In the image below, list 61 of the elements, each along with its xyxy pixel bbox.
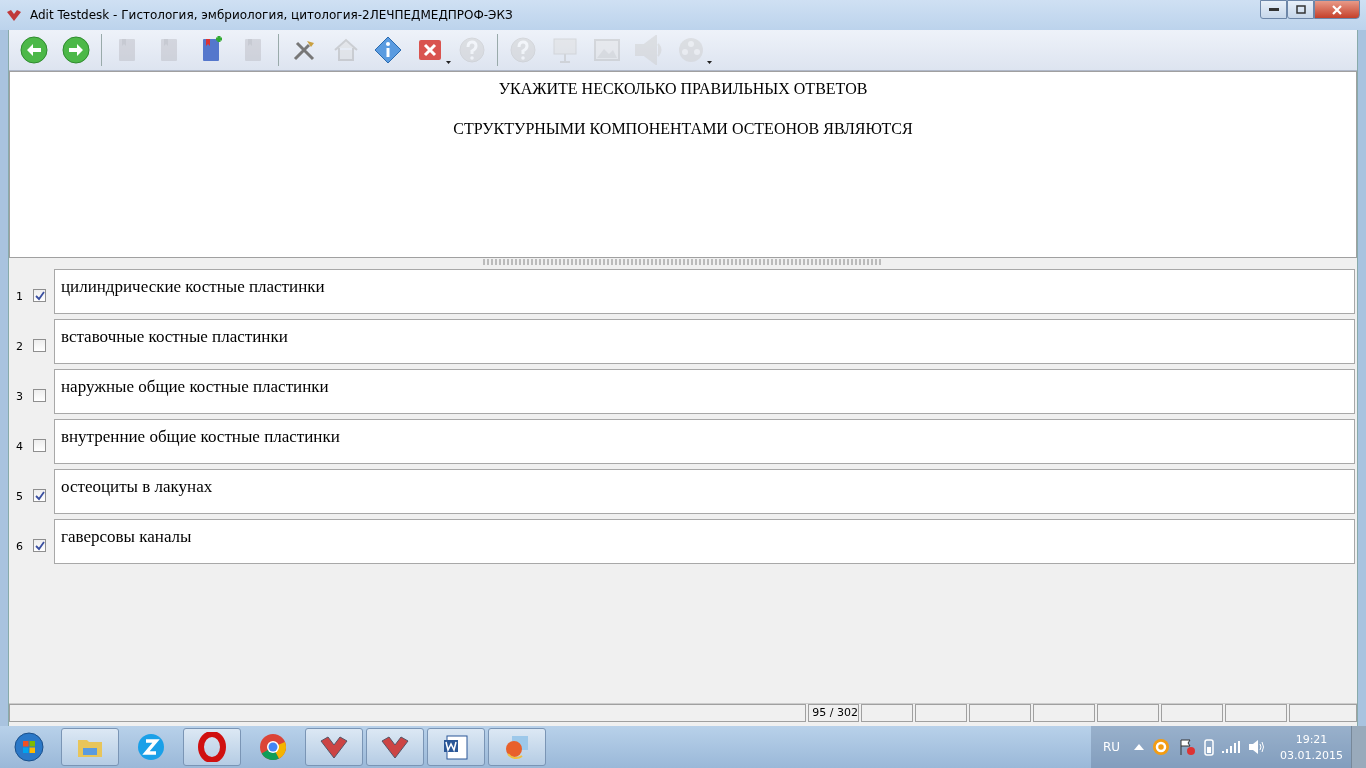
document-w-icon xyxy=(441,732,471,762)
signal-bars-icon[interactable] xyxy=(1222,740,1240,754)
answer-number: 5 xyxy=(15,490,23,503)
battery-icon[interactable] xyxy=(1204,738,1214,756)
status-pane xyxy=(1097,704,1159,722)
testdesk-taskbar-button[interactable] xyxy=(305,728,363,766)
close-icon xyxy=(1331,4,1343,15)
answer-option[interactable]: цилиндрические костные пластинки xyxy=(54,269,1355,314)
status-pane xyxy=(1225,704,1287,722)
question-counter: 95 / 302 xyxy=(808,704,859,722)
speaker-icon xyxy=(634,35,664,65)
question-mark-icon xyxy=(508,35,538,65)
info-icon xyxy=(373,35,403,65)
answer-option[interactable]: внутренние общие костные пластинки xyxy=(54,419,1355,464)
folder-taskbar-button[interactable] xyxy=(61,728,119,766)
instruction-text: УКАЖИТЕ НЕСКОЛЬКО ПРАВИЛЬНЫХ ОТВЕТОВ xyxy=(498,80,868,98)
answer-number: 3 xyxy=(15,390,23,403)
answer-number: 1 xyxy=(15,290,23,303)
answer-option[interactable]: остеоциты в лакунах xyxy=(54,469,1355,514)
minimize-icon xyxy=(1268,7,1279,12)
help-icon xyxy=(457,35,487,65)
film-reel-icon xyxy=(676,35,706,65)
close-button[interactable] xyxy=(1314,0,1360,19)
answer-number: 4 xyxy=(15,440,23,453)
flag-error-icon[interactable] xyxy=(1178,738,1196,756)
maximize-icon xyxy=(1295,5,1306,14)
show-hidden-icons-icon[interactable] xyxy=(1134,744,1144,750)
splitter-handle[interactable] xyxy=(483,259,883,265)
answer-checkbox[interactable] xyxy=(33,489,46,502)
window-title: Adit Testdesk - Гистология, эмбриология, цитология-2ЛЕЧПЕДМЕДПРОФ-ЭКЗ xyxy=(30,8,513,22)
presentation-board-icon xyxy=(550,35,580,65)
answer-checkbox[interactable] xyxy=(33,389,46,402)
minimize-button[interactable] xyxy=(1260,0,1287,19)
browser-icon xyxy=(258,732,288,762)
status-pane xyxy=(1289,704,1357,722)
status-pane xyxy=(1033,704,1095,722)
status-pane xyxy=(1161,704,1223,722)
status-pane xyxy=(915,704,967,722)
windows-logo-icon xyxy=(14,732,44,762)
answer-option[interactable]: гаверсовы каналы xyxy=(54,519,1355,564)
checkmark-logo-icon xyxy=(6,7,22,23)
dropdown-caret-icon[interactable] xyxy=(446,61,451,64)
word-taskbar-button[interactable] xyxy=(427,728,485,766)
answer-checkbox[interactable] xyxy=(33,339,46,352)
question-text: СТРУКТУРНЫМИ КОМПОНЕНТАМИ ОСТЕОНОВ ЯВЛЯЮТСЯ xyxy=(453,120,913,138)
letter-z-icon xyxy=(136,732,166,762)
answer-option[interactable]: наружные общие костные пластинки xyxy=(54,369,1355,414)
ring-logo-icon[interactable] xyxy=(1152,738,1170,756)
answer-checkbox[interactable] xyxy=(33,289,46,302)
speaker-icon[interactable] xyxy=(1248,739,1266,755)
testdesk-taskbar-button[interactable] xyxy=(366,728,424,766)
answer-number: 6 xyxy=(15,540,23,553)
answer-checkbox[interactable] xyxy=(33,539,46,552)
answer-option[interactable]: вставочные костные пластинки xyxy=(54,319,1355,364)
answer-number: 2 xyxy=(15,340,23,353)
status-pane xyxy=(969,704,1031,722)
letter-o-icon xyxy=(197,732,227,762)
opera-taskbar-button[interactable] xyxy=(183,728,241,766)
answer-checkbox[interactable] xyxy=(33,439,46,452)
maximize-button[interactable] xyxy=(1287,0,1314,19)
status-pane xyxy=(861,704,913,722)
